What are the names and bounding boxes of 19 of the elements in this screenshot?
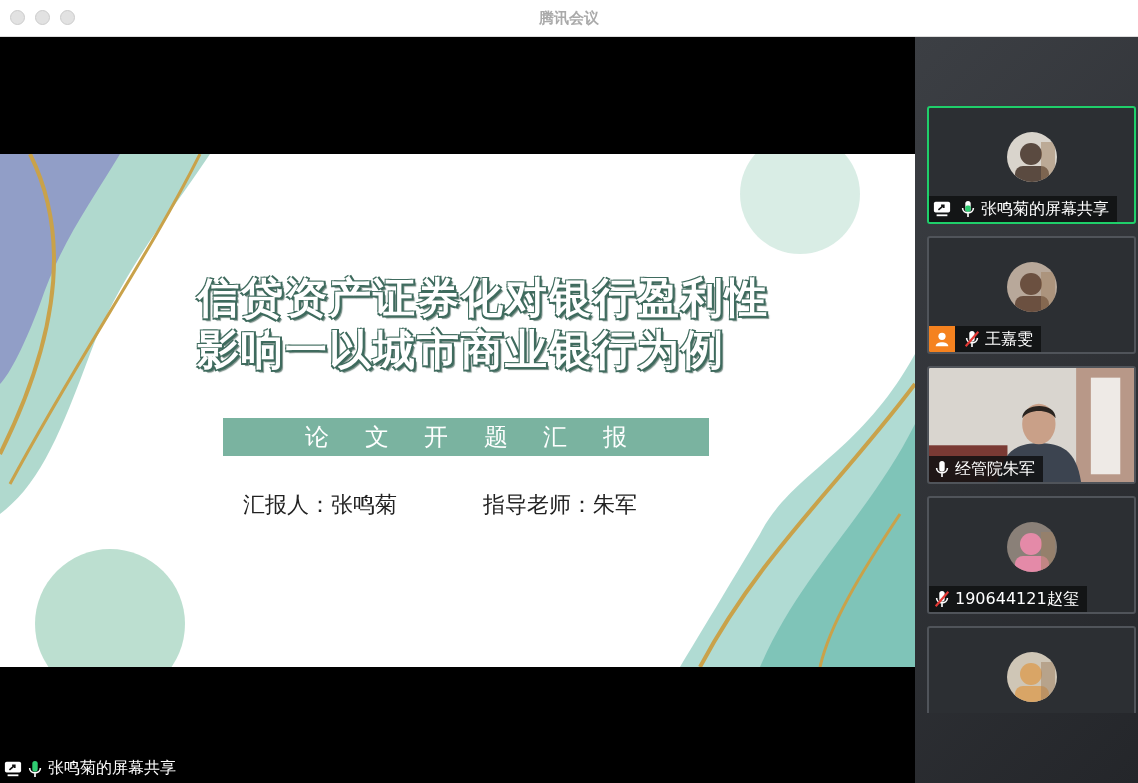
participant-tile[interactable] <box>927 626 1136 713</box>
participant-name: 王嘉雯 <box>985 328 1033 350</box>
window-title: 腾讯会议 <box>539 8 599 28</box>
presenter-text: 汇报人：张鸣菊 <box>243 490 397 519</box>
slide-title: 影响一以城市商业银行为例 <box>197 323 726 376</box>
slide-subtitle-banner: 论 文 开 题 汇 报 <box>223 417 709 456</box>
participant-tile[interactable]: 王嘉雯 <box>927 236 1136 354</box>
participant-tile[interactable]: 张鸣菊的屏幕共享 <box>927 106 1136 224</box>
participant-name: 张鸣菊的屏幕共享 <box>48 758 176 779</box>
advisor-text: 指导老师：朱军 <box>483 490 637 519</box>
slide-title: 信贷资产证券化对银行盈利性 <box>197 271 769 323</box>
zoom-button[interactable] <box>60 10 75 25</box>
participant-tile[interactable]: 经管院朱军 <box>927 366 1136 484</box>
participant-name: 190644121赵玺 <box>955 588 1079 610</box>
close-button[interactable] <box>10 10 25 25</box>
participant-name: 张鸣菊的屏幕共享 <box>981 198 1109 220</box>
participant-tile[interactable]: 190644121赵玺 <box>927 496 1136 614</box>
minimize-button[interactable] <box>35 10 50 25</box>
participant-name: 经管院朱军 <box>955 458 1035 480</box>
